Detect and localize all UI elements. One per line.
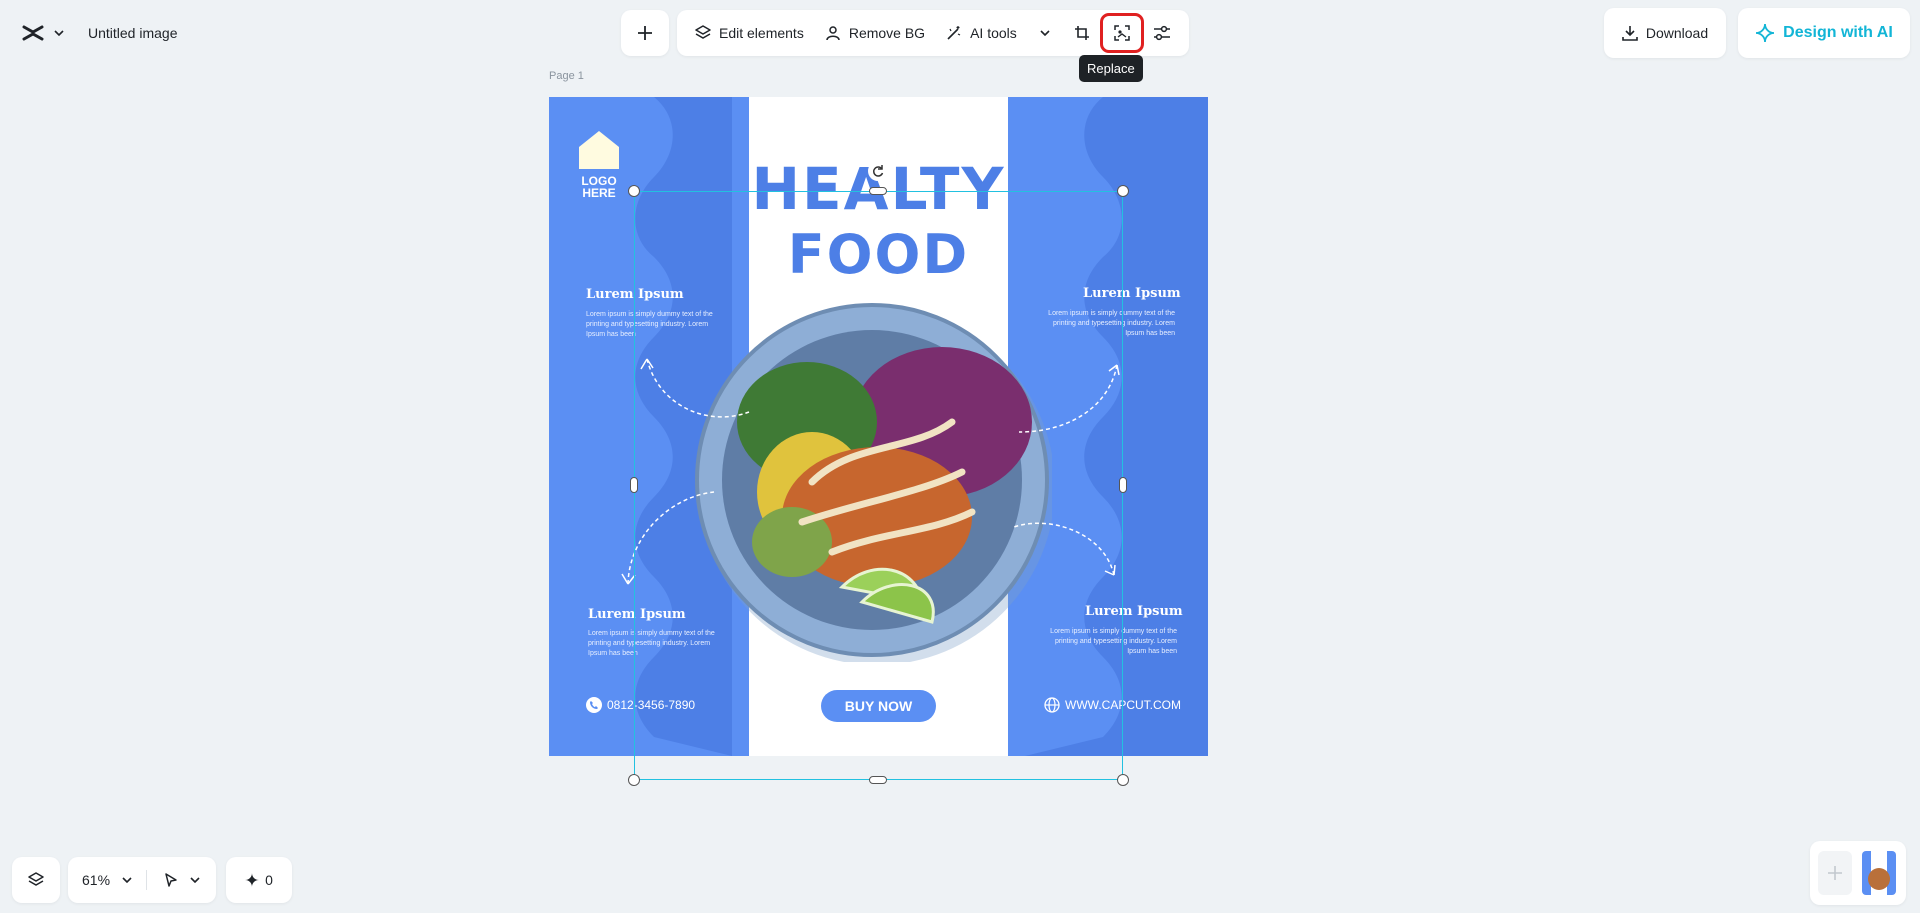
add-button[interactable] — [621, 10, 669, 56]
person-icon — [824, 24, 842, 42]
replace-icon — [1114, 25, 1130, 41]
context-toolbar: Edit elements Remove BG AI tools — [677, 10, 1189, 56]
cursor-tool-icon[interactable] — [163, 872, 179, 888]
capcut-logo-icon[interactable] — [20, 20, 46, 46]
selection-box[interactable] — [634, 191, 1123, 780]
crop-button[interactable] — [1063, 16, 1101, 50]
rotate-icon — [873, 165, 884, 177]
design-with-ai-label: Design with AI — [1783, 24, 1893, 41]
remove-bg-button[interactable]: Remove BG — [815, 16, 934, 50]
sliders-icon — [1153, 25, 1170, 41]
edit-elements-button[interactable]: Edit elements — [685, 16, 813, 50]
layers-icon — [28, 872, 44, 886]
chevron-down-icon[interactable] — [52, 26, 66, 40]
ai-credits-count: 0 — [265, 872, 273, 888]
resize-handle-left[interactable] — [630, 477, 638, 493]
pages-panel — [1810, 841, 1906, 905]
chevron-down-icon[interactable] — [189, 873, 203, 887]
ai-sparkle-icon — [1756, 23, 1775, 43]
document-title[interactable]: Untitled image — [88, 25, 178, 41]
resize-handle-top-left[interactable] — [628, 185, 640, 197]
resize-handle-top-right[interactable] — [1117, 185, 1129, 197]
resize-handle-bottom[interactable] — [869, 776, 887, 784]
plus-icon — [638, 26, 652, 40]
zoom-level[interactable]: 61% — [82, 872, 110, 888]
layers-button[interactable] — [12, 857, 60, 903]
add-page-button[interactable] — [1818, 851, 1852, 895]
replace-tooltip: Replace — [1079, 55, 1143, 82]
zoom-controls: 61% — [68, 857, 216, 903]
layers-icon — [694, 24, 712, 42]
magic-wand-icon — [945, 24, 963, 42]
replace-button[interactable] — [1099, 13, 1144, 53]
divider — [145, 870, 147, 890]
page-label: Page 1 — [549, 70, 584, 82]
resize-handle-bottom-left[interactable] — [628, 774, 640, 786]
chevron-down-icon — [1038, 26, 1052, 40]
resize-handle-bottom-right[interactable] — [1117, 774, 1129, 786]
resize-handle-top[interactable] — [869, 187, 887, 195]
chevron-down-icon[interactable] — [120, 873, 134, 887]
rotate-handle[interactable] — [868, 161, 888, 181]
app-menu[interactable]: Untitled image — [8, 12, 190, 54]
download-icon — [1622, 26, 1638, 41]
ai-tools-button[interactable]: AI tools — [936, 16, 1061, 50]
page-thumbnail[interactable] — [1862, 851, 1896, 895]
ai-credits-button[interactable]: 0 — [226, 857, 292, 903]
remove-bg-label: Remove BG — [848, 25, 926, 41]
edit-elements-label: Edit elements — [719, 25, 804, 41]
ai-tools-label: AI tools — [970, 25, 1017, 41]
sparkle-icon — [245, 873, 260, 887]
crop-icon — [1074, 26, 1089, 40]
adjust-button[interactable] — [1143, 16, 1181, 50]
design-with-ai-button[interactable]: Design with AI — [1738, 8, 1910, 58]
plus-icon — [1828, 866, 1842, 880]
download-button[interactable]: Download — [1604, 8, 1726, 58]
resize-handle-right[interactable] — [1119, 477, 1127, 493]
download-label: Download — [1645, 25, 1709, 41]
phone-icon — [586, 697, 602, 713]
